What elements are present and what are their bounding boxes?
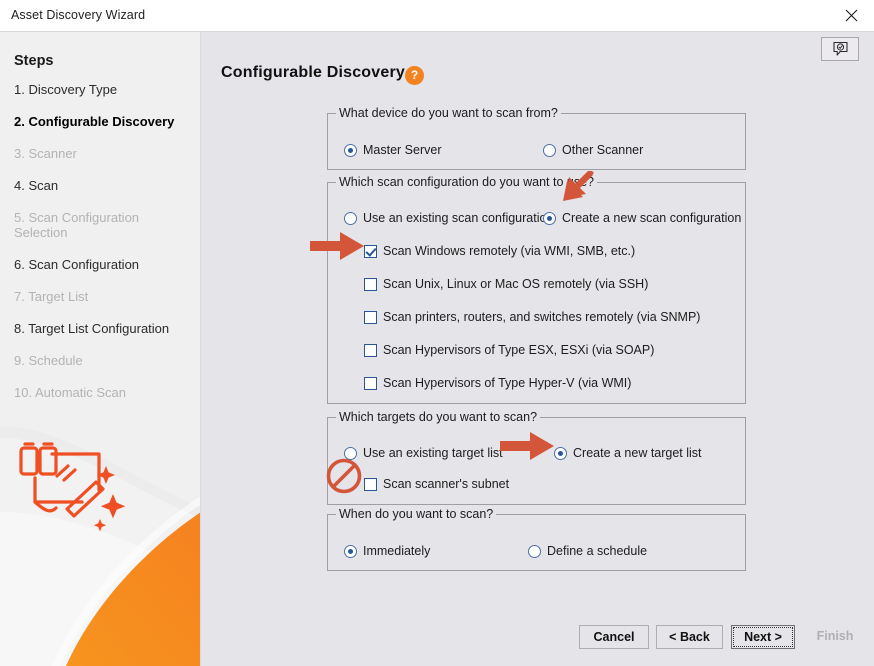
checkbox-scan-esx-control[interactable] bbox=[364, 343, 377, 357]
radio-create-new-scan-config[interactable]: Create a new scan configuration bbox=[543, 211, 741, 225]
device-fieldset-legend: What device do you want to scan from? bbox=[336, 106, 561, 120]
radio-immediately[interactable]: Immediately bbox=[344, 544, 430, 558]
checkbox-scan-hyperv-control[interactable] bbox=[364, 376, 377, 390]
sidebar-step-8[interactable]: 8. Target List Configuration bbox=[14, 321, 189, 336]
close-icon[interactable] bbox=[828, 0, 874, 31]
cancel-button[interactable]: Cancel bbox=[579, 625, 649, 649]
sidebar-step-6[interactable]: 6. Scan Configuration bbox=[14, 257, 189, 272]
sidebar-step-7: 7. Target List bbox=[14, 289, 89, 304]
checkbox-scan-printers[interactable]: Scan printers, routers, and switches rem… bbox=[364, 310, 700, 324]
radio-use-existing-scan-config-control[interactable] bbox=[344, 211, 357, 225]
radio-define-schedule-label: Define a schedule bbox=[547, 544, 648, 558]
radio-immediately-label: Immediately bbox=[363, 544, 431, 558]
sidebar-step-5: 5. Scan Configuration Selection bbox=[14, 210, 140, 240]
feedback-bubble-icon[interactable] bbox=[821, 37, 859, 61]
steps-sidebar: Steps 1. Discovery Type 2. Configurable … bbox=[0, 32, 201, 666]
steps-list: 1. Discovery Type 2. Configurable Discov… bbox=[14, 82, 194, 417]
asset-discovery-wizard-window: Asset Discovery Wizard Steps 1. Discover… bbox=[0, 0, 874, 666]
checkbox-scan-hyperv[interactable]: Scan Hypervisors of Type Hyper-V (via WM… bbox=[364, 376, 631, 390]
radio-immediately-control[interactable] bbox=[344, 544, 357, 558]
targets-fieldset-legend: Which targets do you want to scan? bbox=[336, 410, 541, 424]
radio-create-new-scan-config-control[interactable] bbox=[543, 211, 556, 225]
checkbox-scan-unix-label: Scan Unix, Linux or Mac OS remotely (via… bbox=[383, 277, 649, 291]
scan-configuration-fieldset-legend: Which scan configuration do you want to … bbox=[336, 175, 598, 189]
checkbox-scan-scanner-subnet-control[interactable] bbox=[364, 477, 377, 491]
sidebar-step-9: 9. Schedule bbox=[14, 353, 83, 368]
help-icon[interactable]: ? bbox=[405, 66, 424, 85]
checkbox-scan-printers-label: Scan printers, routers, and switches rem… bbox=[383, 310, 701, 324]
title-bar: Asset Discovery Wizard bbox=[0, 0, 874, 32]
checkbox-scan-windows[interactable]: Scan Windows remotely (via WMI, SMB, etc… bbox=[364, 244, 635, 258]
radio-use-existing-target-list-control[interactable] bbox=[344, 446, 357, 460]
checkbox-scan-unix-control[interactable] bbox=[364, 277, 377, 291]
decorative-wizard-artwork bbox=[0, 426, 201, 666]
radio-create-new-target-list-label: Create a new target list bbox=[573, 446, 702, 460]
radio-master-server-control[interactable] bbox=[344, 143, 357, 157]
radio-create-new-target-list-control[interactable] bbox=[554, 446, 567, 460]
window-title: Asset Discovery Wizard bbox=[11, 8, 146, 22]
sidebar-step-2[interactable]: 2. Configurable Discovery bbox=[14, 114, 189, 129]
checkbox-scan-esx-label: Scan Hypervisors of Type ESX, ESXi (via … bbox=[383, 343, 655, 357]
steps-heading: Steps bbox=[14, 53, 54, 69]
checkbox-scan-unix[interactable]: Scan Unix, Linux or Mac OS remotely (via… bbox=[364, 277, 648, 291]
next-button[interactable]: Next > bbox=[731, 625, 795, 649]
radio-define-schedule[interactable]: Define a schedule bbox=[528, 544, 647, 558]
sidebar-step-3: 3. Scanner bbox=[14, 146, 77, 161]
radio-use-existing-target-list-label: Use an existing target list bbox=[363, 446, 503, 460]
device-fieldset: What device do you want to scan from? Ma… bbox=[327, 106, 746, 170]
radio-master-server[interactable]: Master Server bbox=[344, 143, 442, 157]
schedule-fieldset-legend: When do you want to scan? bbox=[336, 507, 497, 521]
radio-use-existing-target-list[interactable]: Use an existing target list bbox=[344, 446, 503, 460]
sidebar-step-4[interactable]: 4. Scan bbox=[14, 178, 189, 193]
back-button[interactable]: < Back bbox=[656, 625, 723, 649]
finish-button: Finish bbox=[816, 629, 854, 643]
radio-other-scanner-label: Other Scanner bbox=[562, 143, 644, 157]
sidebar-step-10: 10. Automatic Scan bbox=[14, 385, 127, 400]
checkbox-scan-esx[interactable]: Scan Hypervisors of Type ESX, ESXi (via … bbox=[364, 343, 654, 357]
scan-configuration-fieldset: Which scan configuration do you want to … bbox=[327, 175, 746, 404]
radio-other-scanner-control[interactable] bbox=[543, 143, 556, 157]
checkbox-scan-printers-control[interactable] bbox=[364, 310, 377, 324]
radio-create-new-scan-config-label: Create a new scan configuration bbox=[562, 211, 742, 225]
page-title: Configurable Discovery bbox=[221, 64, 406, 81]
checkbox-scan-windows-label: Scan Windows remotely (via WMI, SMB, etc… bbox=[383, 244, 636, 258]
radio-create-new-target-list[interactable]: Create a new target list bbox=[554, 446, 702, 460]
checkbox-scan-windows-control[interactable] bbox=[364, 244, 377, 258]
radio-use-existing-scan-config-label: Use an existing scan configuration bbox=[363, 211, 554, 225]
checkbox-scan-scanner-subnet[interactable]: Scan scanner's subnet bbox=[364, 477, 509, 491]
schedule-fieldset: When do you want to scan? Immediately De… bbox=[327, 507, 746, 571]
checkbox-scan-hyperv-label: Scan Hypervisors of Type Hyper-V (via WM… bbox=[383, 376, 632, 390]
radio-use-existing-scan-config[interactable]: Use an existing scan configuration bbox=[344, 211, 553, 225]
checkbox-scan-scanner-subnet-label: Scan scanner's subnet bbox=[383, 477, 510, 491]
main-panel: Configurable Discovery ? What device do … bbox=[201, 32, 874, 666]
sidebar-step-1[interactable]: 1. Discovery Type bbox=[14, 82, 189, 97]
radio-master-server-label: Master Server bbox=[363, 143, 442, 157]
radio-define-schedule-control[interactable] bbox=[528, 544, 541, 558]
radio-other-scanner[interactable]: Other Scanner bbox=[543, 143, 643, 157]
targets-fieldset: Which targets do you want to scan? Use a… bbox=[327, 410, 746, 505]
